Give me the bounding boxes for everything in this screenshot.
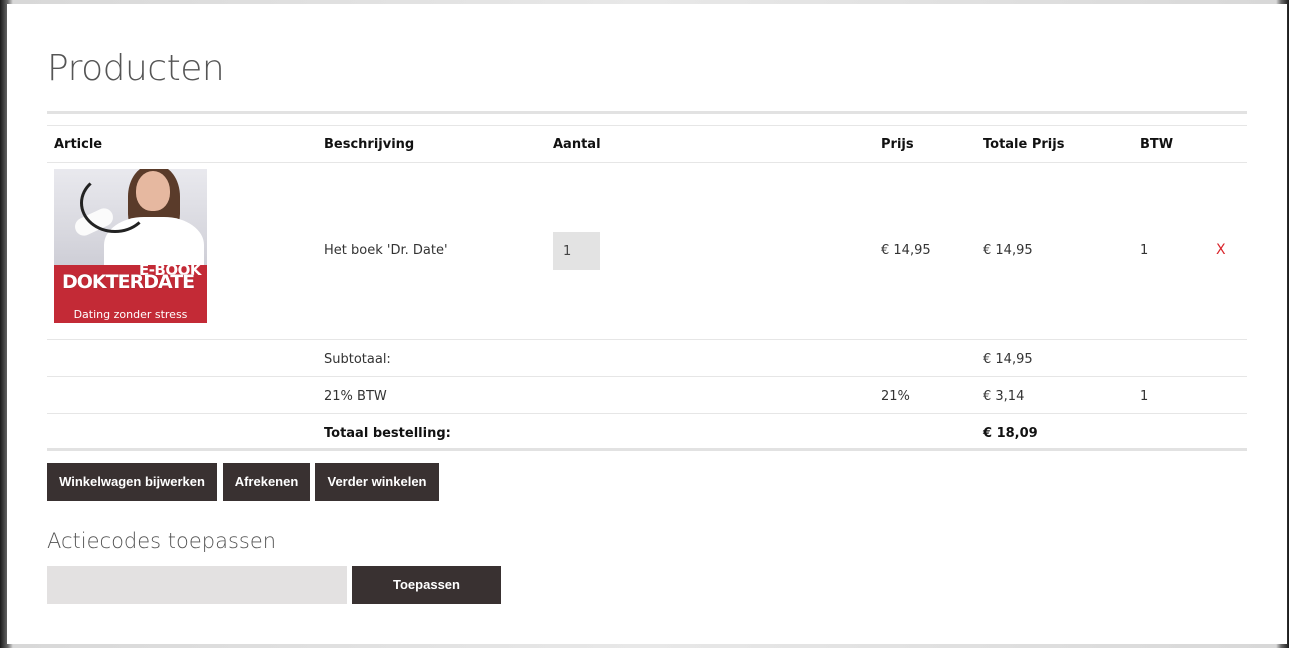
- stethoscope-icon: [80, 173, 150, 233]
- table-row-subtotal: Subtotaal: € 14,95: [47, 340, 1247, 377]
- promo-title: Actiecodes toepassen: [47, 529, 277, 553]
- header-total-price: Totale Prijs: [983, 137, 1065, 152]
- table-row-order-total: Totaal bestelling: € 18,09: [47, 414, 1247, 451]
- checkout-button[interactable]: Afrekenen: [223, 463, 310, 501]
- quantity-input[interactable]: [553, 232, 600, 270]
- cart-table: Article Beschrijving Aantal Prijs Totale…: [47, 125, 1247, 451]
- header-quantity: Aantal: [553, 137, 601, 152]
- vat-value: € 3,14: [983, 389, 1025, 404]
- vat-label: 21% BTW: [324, 389, 387, 404]
- subtotal-label: Subtotaal:: [324, 352, 391, 367]
- table-row-product: E-BOOK DOKTERDATE Dating zonder stress H…: [47, 163, 1247, 340]
- order-total-value: € 18,09: [983, 426, 1038, 441]
- header-price: Prijs: [881, 137, 914, 152]
- subtotal-value: € 14,95: [983, 352, 1033, 367]
- apply-promo-button[interactable]: Toepassen: [352, 566, 501, 604]
- product-description[interactable]: Het boek 'Dr. Date': [324, 243, 448, 258]
- header-article: Article: [54, 137, 103, 152]
- remove-item-button[interactable]: X: [1216, 242, 1226, 258]
- vat-rate: 21%: [881, 389, 910, 404]
- title-divider: [47, 111, 1247, 114]
- cart-panel: Producten Article Beschrijving Aantal Pr…: [7, 4, 1287, 644]
- product-vat: 1: [1140, 243, 1149, 258]
- continue-shopping-button[interactable]: Verder winkelen: [315, 463, 439, 501]
- vat-count: 1: [1140, 389, 1149, 404]
- page-title: Producten: [47, 48, 225, 89]
- product-image[interactable]: E-BOOK DOKTERDATE Dating zonder stress: [54, 169, 207, 323]
- cover-brand-text: DOKTERDATE: [62, 271, 195, 293]
- product-total-price: € 14,95: [983, 243, 1033, 258]
- header-vat: BTW: [1140, 137, 1174, 152]
- promo-code-input[interactable]: [47, 566, 347, 604]
- order-total-label: Totaal bestelling:: [324, 426, 451, 441]
- product-price: € 14,95: [881, 243, 931, 258]
- update-cart-button[interactable]: Winkelwagen bijwerken: [47, 463, 217, 501]
- header-description: Beschrijving: [324, 137, 415, 152]
- table-header-row: Article Beschrijving Aantal Prijs Totale…: [47, 126, 1247, 163]
- cover-tagline-text: Dating zonder stress: [73, 308, 188, 321]
- table-row-vat: 21% BTW 21% € 3,14 1: [47, 377, 1247, 414]
